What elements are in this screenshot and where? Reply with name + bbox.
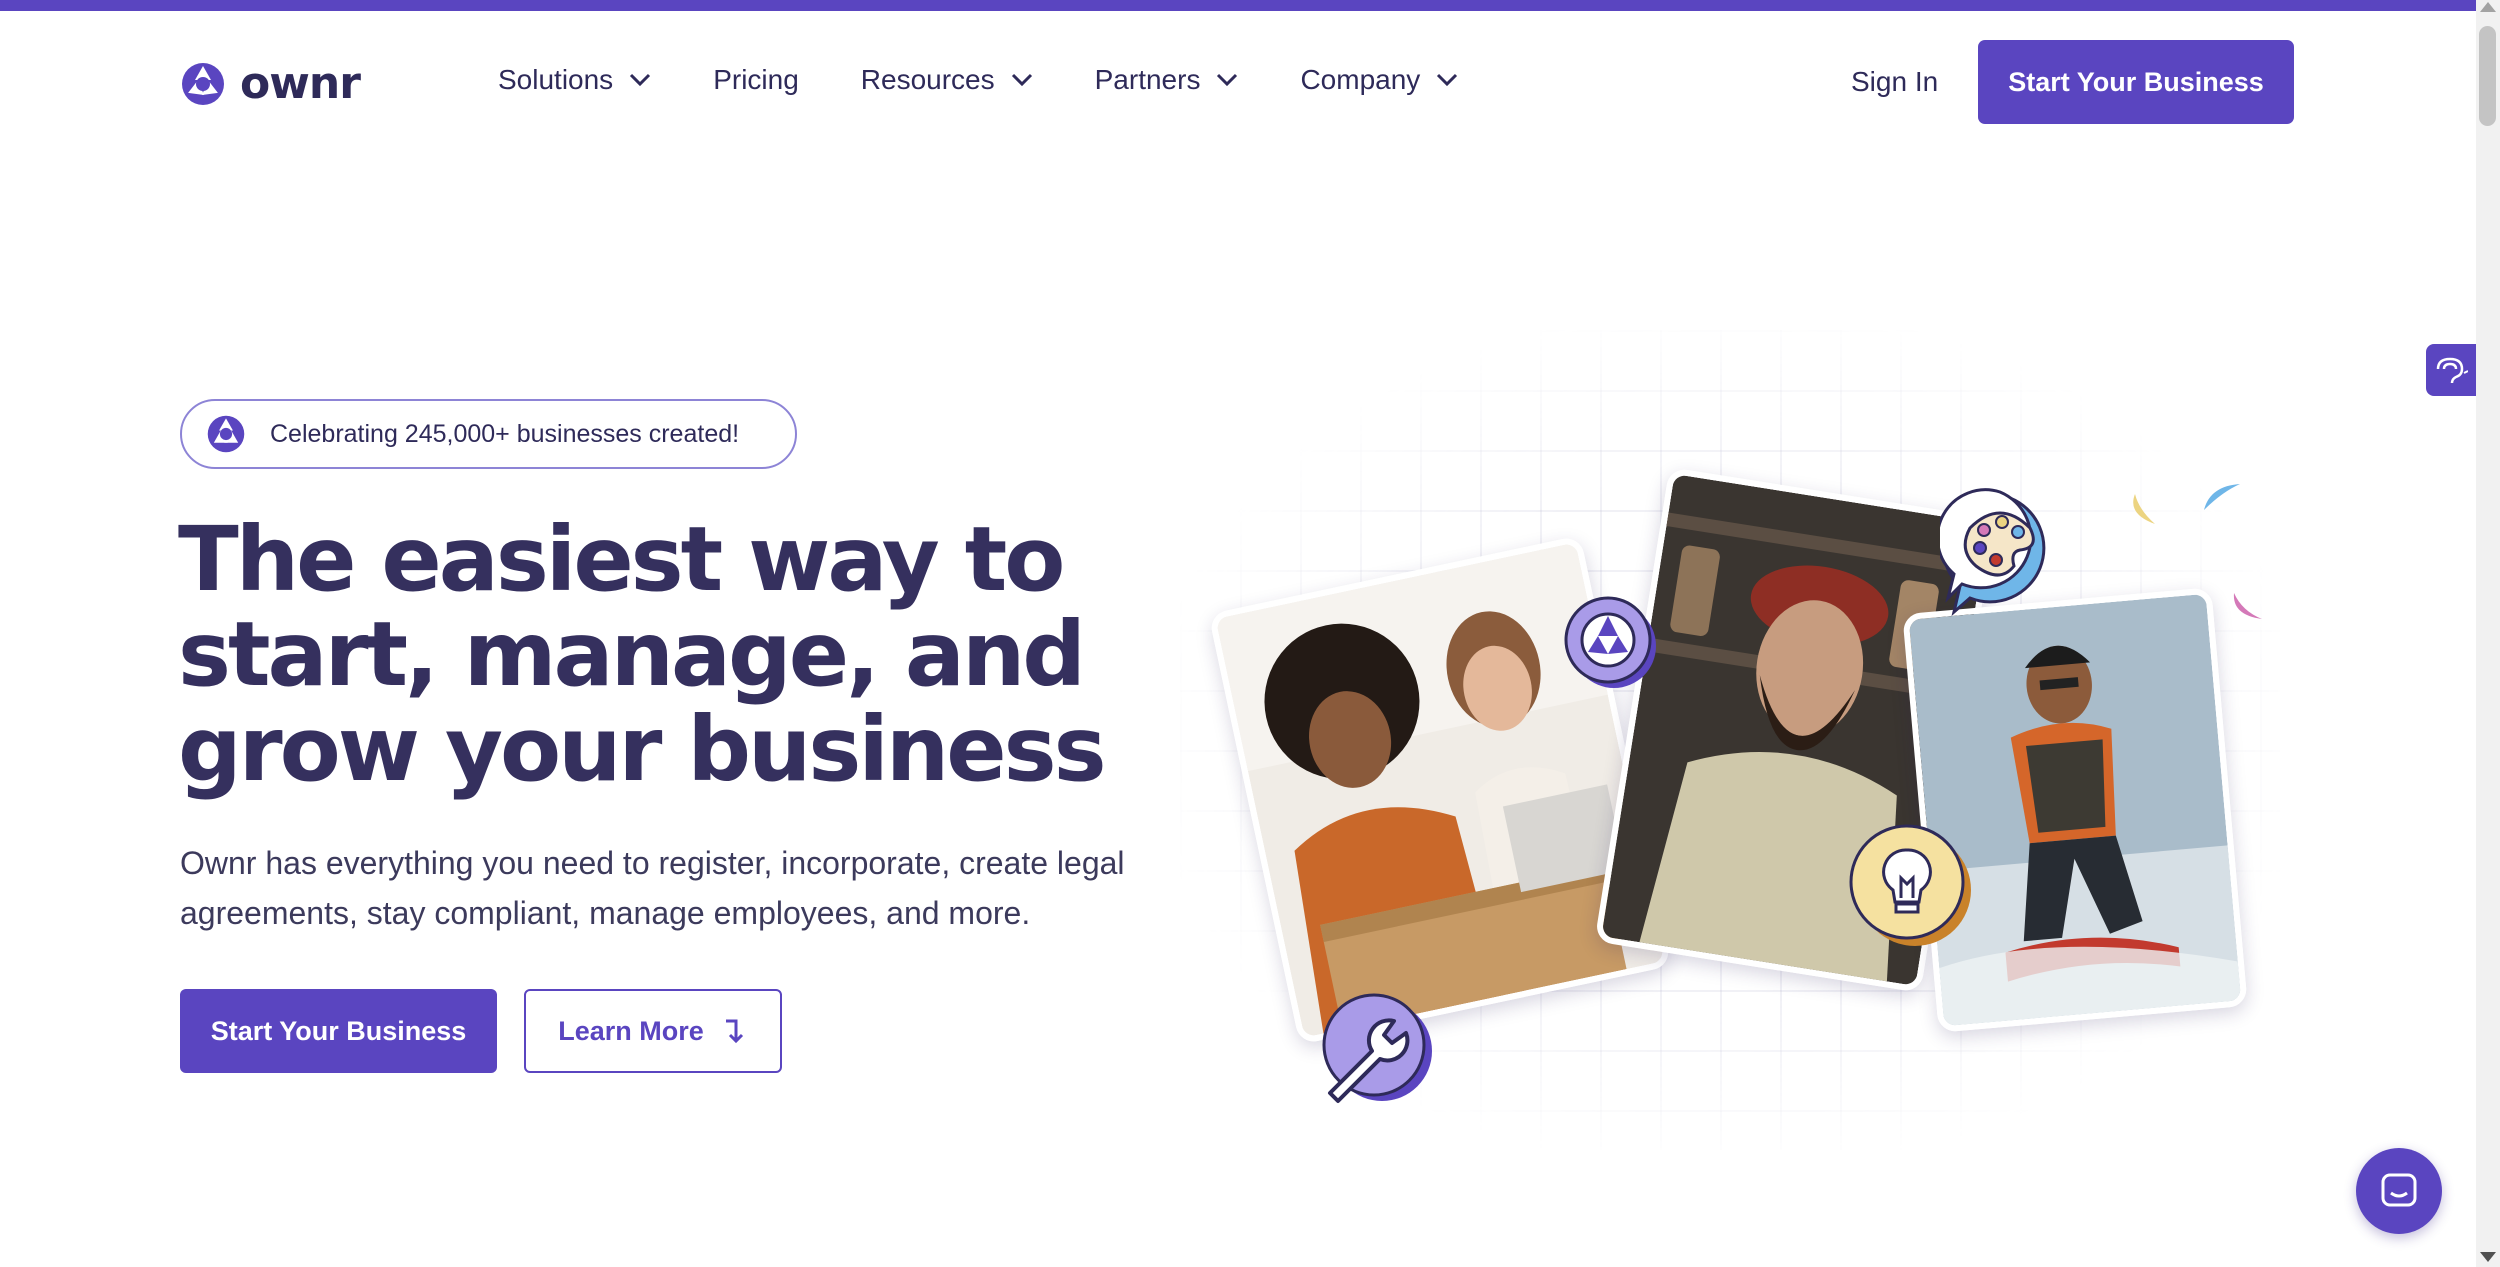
celebration-badge: Celebrating 245,000+ businesses created!	[180, 399, 797, 469]
scrollbar-thumb[interactable]	[2479, 26, 2496, 126]
subtext-line: agreements, stay compliant, manage emplo…	[180, 895, 1031, 931]
photo-man-jet-surfing	[1902, 587, 2248, 1033]
nav-item-partners[interactable]: Partners	[1095, 64, 1239, 96]
nav-item-company[interactable]: Company	[1300, 64, 1458, 96]
accessibility-ear-icon	[2436, 357, 2468, 384]
nav-item-label: Company	[1300, 64, 1421, 95]
page-scrollbar[interactable]	[2476, 0, 2500, 1267]
chevron-down-icon	[1437, 73, 1458, 87]
subtext-line: Ownr has everything you need to register…	[180, 845, 1125, 881]
headline-line: start, manage, and	[178, 602, 1086, 706]
nav-item-resources[interactable]: Resources	[861, 64, 1033, 96]
nav-item-pricing[interactable]: Pricing	[713, 64, 799, 96]
chevron-down-icon	[1217, 73, 1238, 87]
lightbulb-icon	[1849, 824, 1971, 946]
scroll-up-arrow-icon[interactable]	[2480, 2, 2496, 12]
start-business-button[interactable]: Start Your Business	[180, 989, 497, 1073]
logo-text: ownr	[240, 58, 361, 109]
accessibility-tab[interactable]	[2426, 344, 2476, 396]
nav-item-label: Solutions	[498, 64, 614, 95]
chat-icon	[2381, 1173, 2417, 1207]
header-start-business-button[interactable]: Start Your Business	[1978, 40, 2294, 124]
site-header: ownr Solutions Pricing Resources Partner…	[0, 11, 2476, 151]
nav-item-label: Resources	[860, 64, 995, 95]
ownr-logo-badge-icon	[1564, 596, 1656, 688]
wrench-icon	[1322, 993, 1432, 1103]
learn-more-label: Learn More	[558, 1015, 704, 1046]
palette-icon	[1940, 488, 2046, 617]
headline-line: grow your business	[178, 697, 1107, 801]
main-nav: Solutions Pricing Resources Partners Com…	[498, 64, 1520, 96]
arrow-down-right-icon	[725, 1019, 743, 1044]
ownr-logo-icon	[207, 415, 245, 453]
logo[interactable]: ownr	[180, 58, 361, 109]
chat-launcher-button[interactable]	[2356, 1148, 2442, 1234]
hero-illustration	[1180, 330, 2280, 1150]
confetti-shape	[2233, 593, 2262, 619]
confetti-shape	[2204, 484, 2240, 510]
confetti-shape	[2133, 494, 2155, 524]
sign-in-link[interactable]: Sign In	[1851, 66, 1938, 98]
headline-line: The easiest way to	[178, 507, 1065, 611]
top-accent-strip	[0, 0, 2476, 11]
scroll-down-arrow-icon[interactable]	[2480, 1252, 2496, 1262]
learn-more-button[interactable]: Learn More	[524, 989, 782, 1073]
badge-text: Celebrating 245,000+ businesses created!	[270, 419, 740, 448]
nav-item-solutions[interactable]: Solutions	[498, 64, 651, 96]
hero-headline: The easiest way to start, manage, and gr…	[178, 512, 1178, 797]
hero-subtext: Ownr has everything you need to register…	[180, 838, 1140, 938]
ownr-logo-icon	[182, 62, 224, 105]
nav-item-label: Pricing	[713, 64, 799, 95]
chevron-down-icon	[1011, 73, 1032, 87]
chevron-down-icon	[630, 73, 651, 87]
nav-item-label: Partners	[1094, 64, 1201, 95]
